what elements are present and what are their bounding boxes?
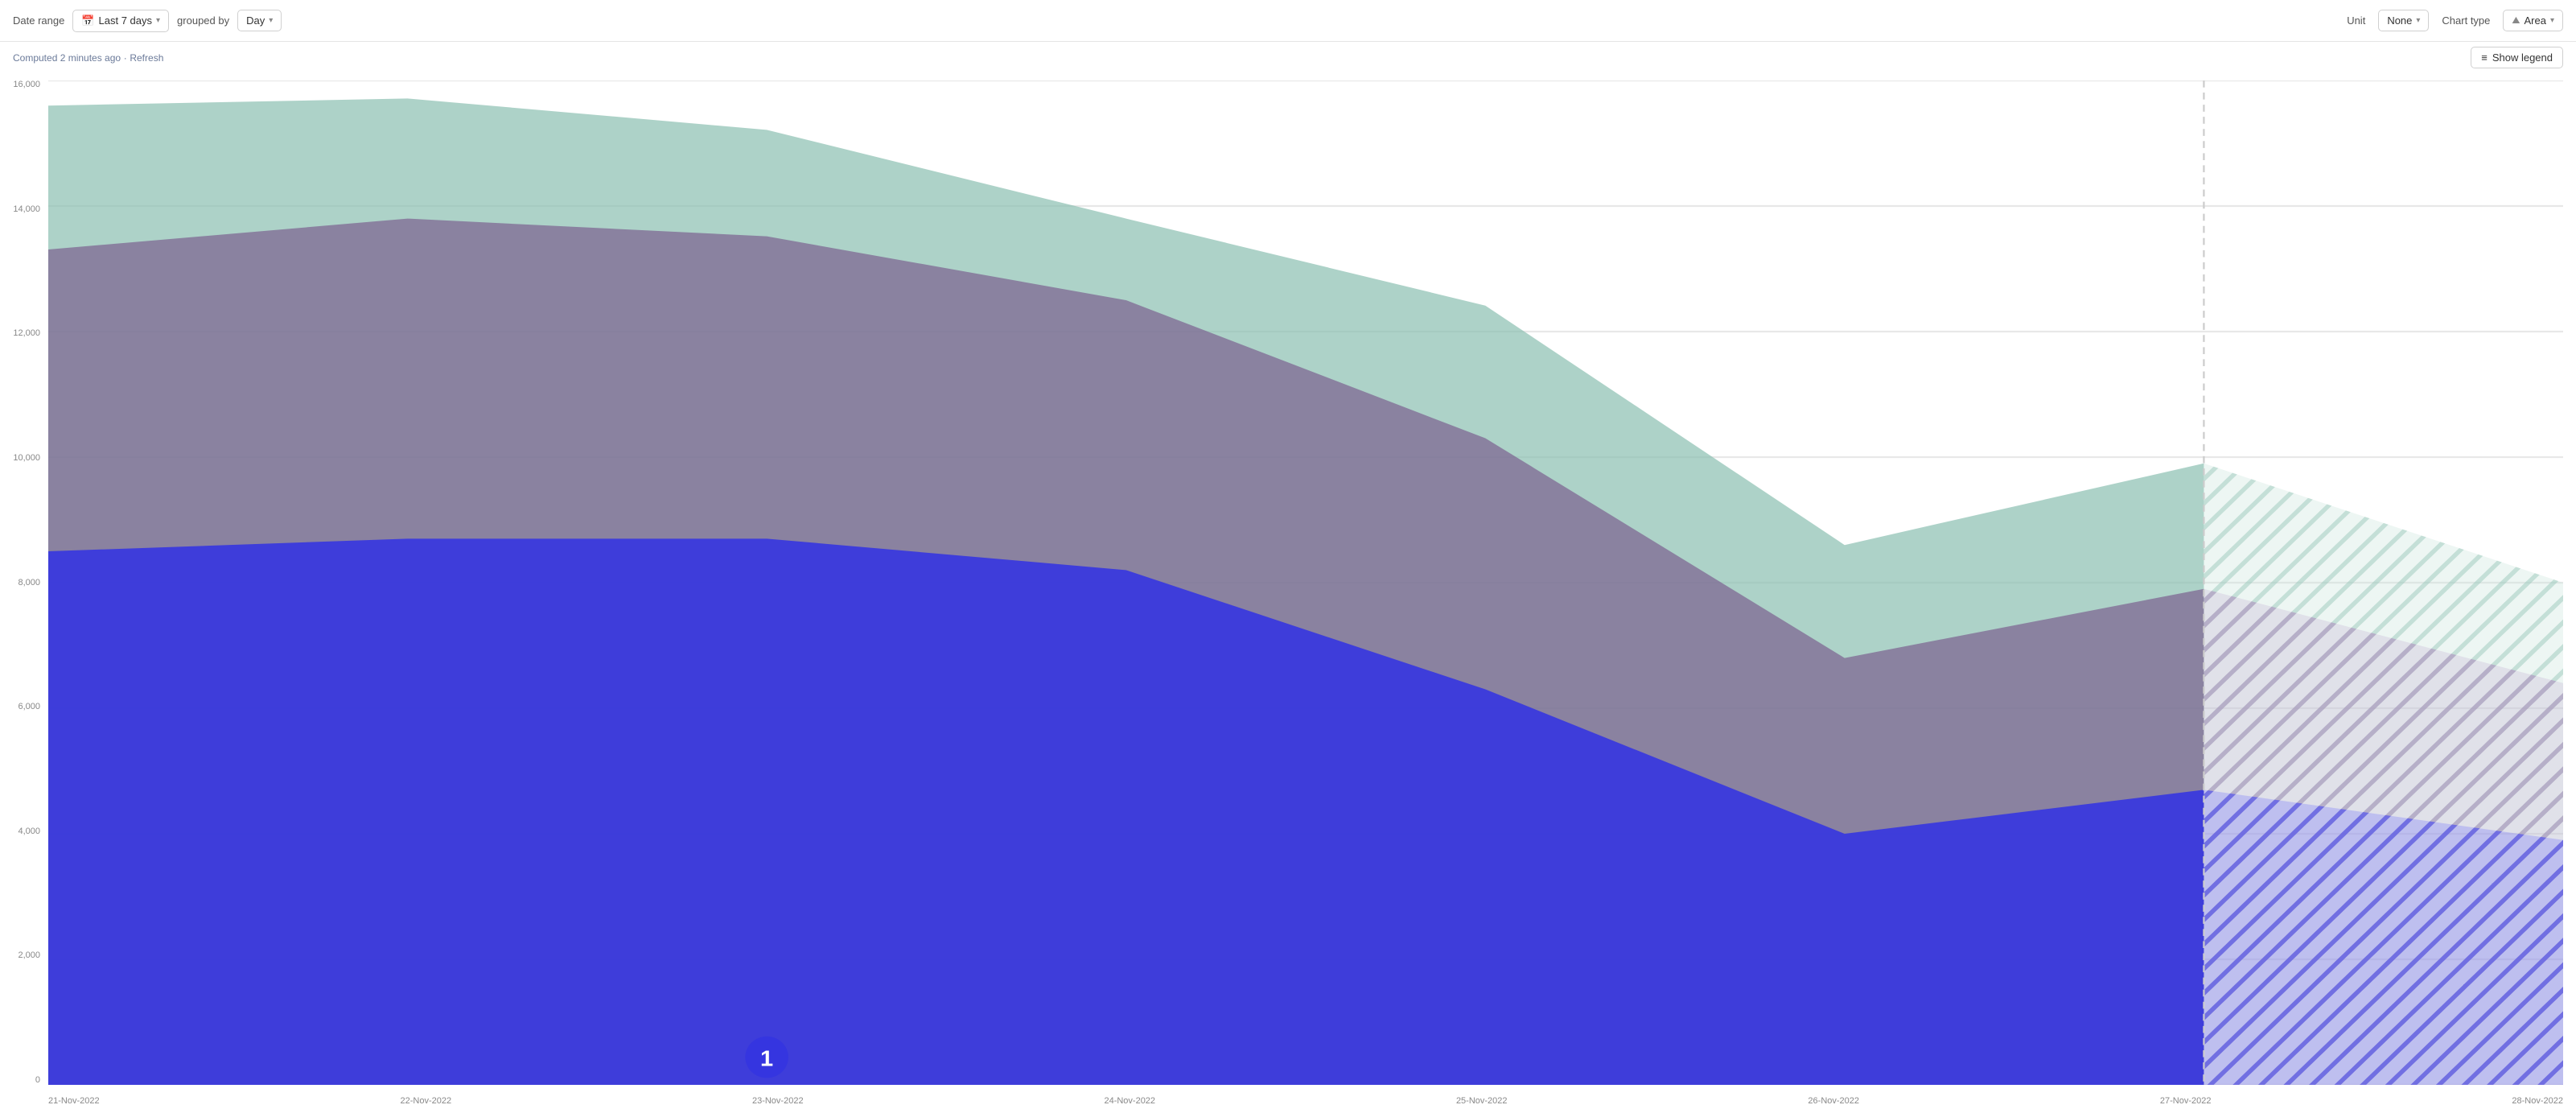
grouped-by-chevron: ▾ <box>269 16 273 25</box>
x-axis: 21-Nov-2022 22-Nov-2022 23-Nov-2022 24-N… <box>48 1085 2563 1109</box>
x-label-22nov: 22-Nov-2022 <box>400 1096 451 1106</box>
chart-area: 16,000 14,000 12,000 10,000 8,000 6,000 … <box>0 72 2576 1109</box>
x-label-24nov: 24-Nov-2022 <box>1104 1096 1155 1106</box>
y-label-8000: 8,000 <box>18 579 40 587</box>
legend-icon: ≡ <box>2481 52 2488 64</box>
subbar: Computed 2 minutes ago · Refresh ≡ Show … <box>0 42 2576 72</box>
chart-type-label: Chart type <box>2442 14 2490 27</box>
x-label-21nov: 21-Nov-2022 <box>48 1096 100 1106</box>
grouped-by-value: Day <box>246 14 265 27</box>
x-label-27nov: 27-Nov-2022 <box>2160 1096 2212 1106</box>
x-label-25nov: 25-Nov-2022 <box>1456 1096 1508 1106</box>
x-label-23nov: 23-Nov-2022 <box>752 1096 804 1106</box>
unit-value: None <box>2387 14 2412 27</box>
date-range-chevron: ▾ <box>156 16 160 25</box>
toolbar: Date range 📅 Last 7 days ▾ grouped by Da… <box>0 0 2576 42</box>
date-range-dropdown[interactable]: 📅 Last 7 days ▾ <box>72 10 169 32</box>
chart-type-dropdown[interactable]: ⛰ Area ▾ <box>2503 10 2563 31</box>
annotation-label: 1 <box>760 1046 773 1071</box>
toolbar-left: Date range 📅 Last 7 days ▾ grouped by Da… <box>13 10 2337 32</box>
date-range-label: Date range <box>13 14 64 27</box>
area-icon: ⛰ <box>2512 14 2520 27</box>
toolbar-right: Unit None ▾ Chart type ⛰ Area ▾ <box>2347 10 2563 31</box>
chart-svg: 1 <box>48 80 2563 1085</box>
y-label-2000: 2,000 <box>18 951 40 960</box>
grouped-by-label: grouped by <box>177 14 229 27</box>
y-label-14000: 14,000 <box>13 205 40 214</box>
chart-type-chevron: ▾ <box>2550 16 2554 25</box>
computed-info: Computed 2 minutes ago · Refresh <box>13 52 163 64</box>
refresh-link[interactable]: Refresh <box>130 52 163 64</box>
y-label-4000: 4,000 <box>18 827 40 836</box>
dot-separator: · <box>124 52 127 64</box>
date-range-value: Last 7 days <box>99 14 153 27</box>
app-container: Date range 📅 Last 7 days ▾ grouped by Da… <box>0 0 2576 1109</box>
show-legend-label: Show legend <box>2492 52 2553 64</box>
y-label-16000: 16,000 <box>13 80 40 89</box>
unit-chevron: ▾ <box>2416 16 2420 25</box>
blue-area-future-bg <box>2204 789 2563 1085</box>
y-axis: 16,000 14,000 12,000 10,000 8,000 6,000 … <box>0 80 47 1085</box>
chart-type-value: Area <box>2525 14 2546 27</box>
grouped-by-dropdown[interactable]: Day ▾ <box>237 10 282 31</box>
calendar-icon: 📅 <box>81 14 94 27</box>
show-legend-button[interactable]: ≡ Show legend <box>2471 47 2563 68</box>
y-label-12000: 12,000 <box>13 329 40 338</box>
x-label-28nov: 28-Nov-2022 <box>2512 1096 2563 1106</box>
y-label-10000: 10,000 <box>13 454 40 463</box>
y-label-0: 0 <box>35 1076 40 1085</box>
y-label-6000: 6,000 <box>18 703 40 711</box>
unit-label: Unit <box>2347 14 2365 27</box>
unit-dropdown[interactable]: None ▾ <box>2378 10 2429 31</box>
x-label-26nov: 26-Nov-2022 <box>1808 1096 1859 1106</box>
chart-svg-container: 1 <box>48 80 2563 1085</box>
computed-text: Computed 2 minutes ago <box>13 52 121 64</box>
